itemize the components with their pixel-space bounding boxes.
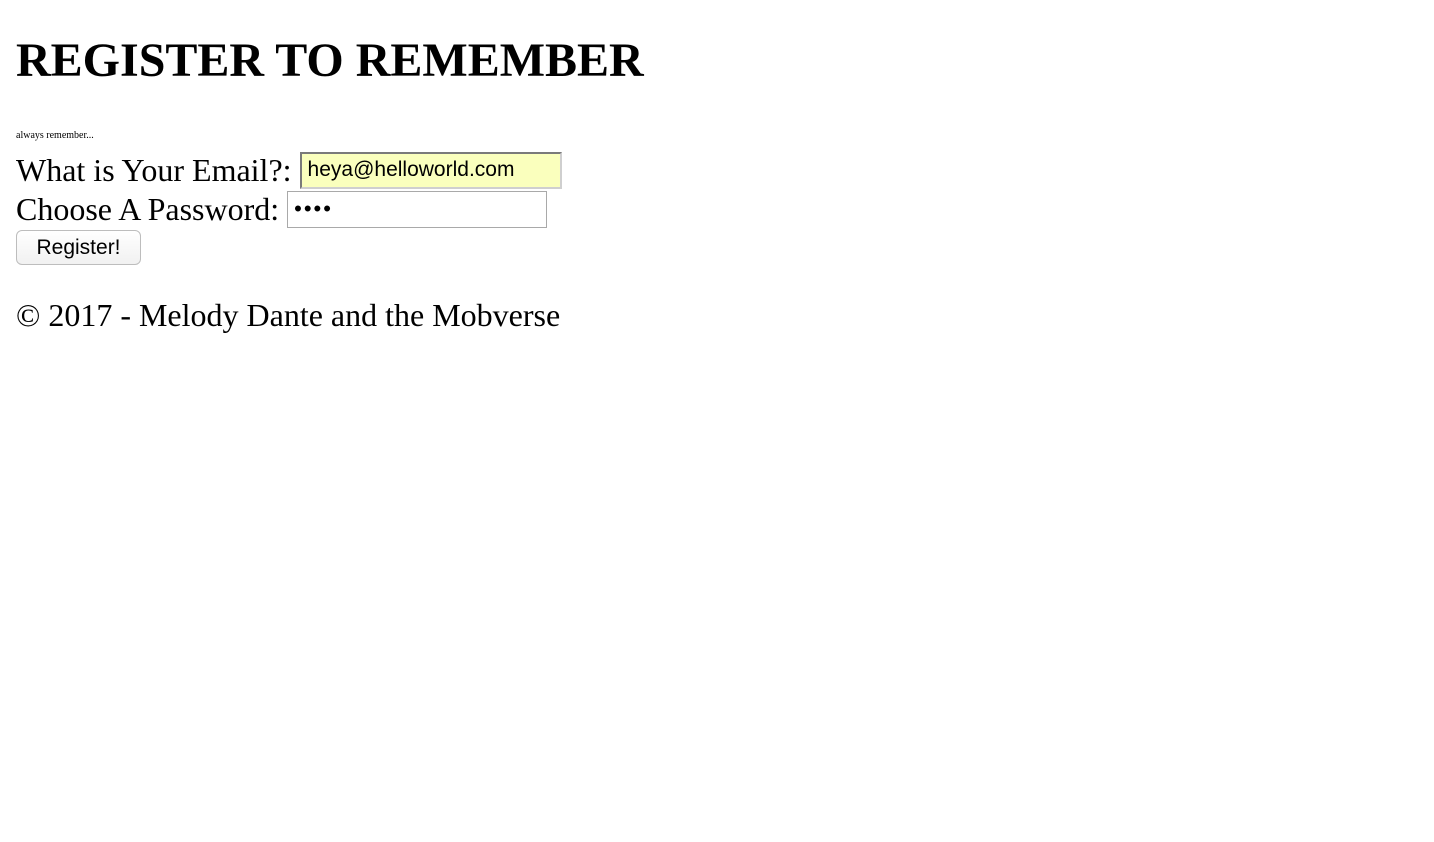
password-row: Choose A Password: xyxy=(16,189,548,229)
footer-copyright: © 2017 - Melody Dante and the Mobverse xyxy=(16,297,561,333)
tagline: always remember... xyxy=(16,130,94,141)
register-button[interactable]: Register! xyxy=(16,230,141,265)
page-title: REGISTER TO REMEMBER xyxy=(16,34,644,87)
password-input[interactable] xyxy=(287,190,548,228)
email-row: What is Your Email?: xyxy=(16,150,562,190)
email-input[interactable] xyxy=(299,151,562,189)
email-label: What is Your Email?: xyxy=(16,152,292,188)
password-label: Choose A Password: xyxy=(16,191,280,227)
